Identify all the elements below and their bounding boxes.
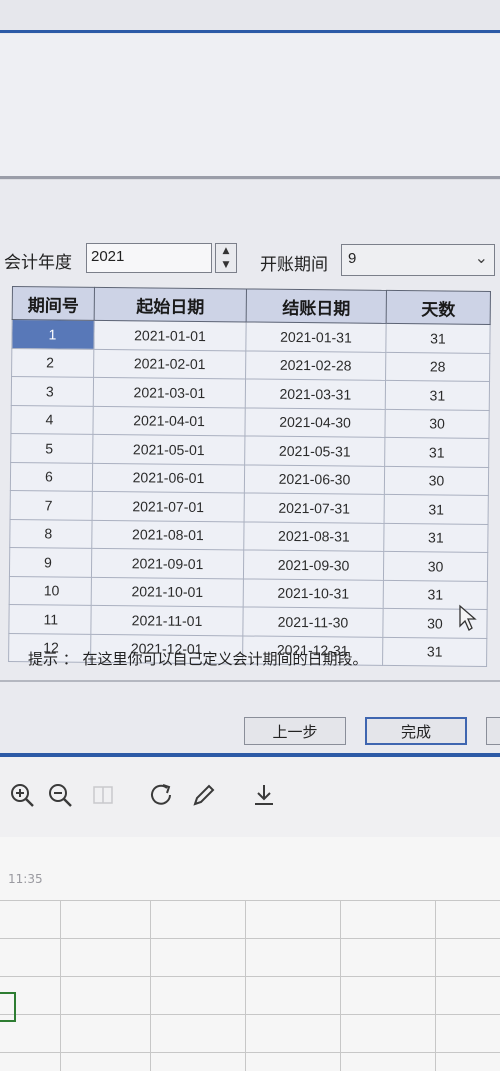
- chevron-down-icon[interactable]: ⌄: [475, 248, 488, 268]
- active-cell-indicator[interactable]: [0, 992, 16, 1022]
- opening-period-label: 开账期间: [260, 255, 328, 275]
- fiscal-year-spinner[interactable]: ▲ ▼: [215, 243, 237, 273]
- header-start-date[interactable]: 起始日期: [94, 287, 247, 322]
- end-date-cell[interactable]: 2021-10-31: [243, 578, 384, 609]
- spin-down-icon[interactable]: ▼: [223, 260, 230, 270]
- days-cell[interactable]: 31: [382, 636, 487, 667]
- window-top-accent-line: [0, 30, 500, 33]
- sheet-gridline: [0, 938, 500, 939]
- top-strip: [0, 0, 500, 34]
- mouse-cursor-icon: [459, 604, 477, 631]
- hint-text: 提示 ： 在这里你可以自己定义会计期间的日期段。: [28, 650, 368, 668]
- pencil-icon[interactable]: [190, 781, 218, 809]
- extra-button[interactable]: [486, 717, 500, 745]
- sheet-gridline: [0, 900, 500, 901]
- period-number-cell[interactable]: 2: [11, 348, 94, 378]
- sheet-gridline: [0, 976, 500, 977]
- days-cell[interactable]: 31: [384, 437, 489, 468]
- start-date-cell[interactable]: 2021-04-01: [92, 405, 246, 436]
- days-cell[interactable]: 31: [383, 522, 489, 553]
- days-cell[interactable]: 31: [385, 323, 491, 354]
- start-date-cell[interactable]: 2021-06-01: [92, 462, 245, 493]
- days-cell[interactable]: 30: [384, 408, 490, 439]
- days-cell[interactable]: 31: [385, 380, 490, 411]
- days-cell[interactable]: 30: [384, 465, 489, 496]
- end-date-cell[interactable]: 2021-08-31: [243, 521, 385, 552]
- sheet-gridline: [435, 900, 436, 1071]
- panel-divider: [0, 176, 500, 179]
- days-cell[interactable]: 31: [384, 494, 489, 524]
- footer-divider: [0, 680, 500, 682]
- start-date-cell[interactable]: 2021-02-01: [93, 348, 246, 379]
- clock-time: 11:35: [8, 872, 43, 886]
- start-date-cell[interactable]: 2021-07-01: [92, 491, 245, 522]
- period-number-cell[interactable]: 1: [11, 319, 95, 349]
- spreadsheet-area: [0, 837, 500, 1071]
- start-date-cell[interactable]: 2021-01-01: [93, 320, 247, 351]
- end-date-cell[interactable]: 2021-04-30: [244, 407, 386, 438]
- rotate-icon[interactable]: [148, 781, 176, 809]
- period-number-cell[interactable]: 7: [10, 490, 93, 520]
- end-date-cell[interactable]: 2021-05-31: [244, 435, 385, 466]
- start-date-cell[interactable]: 2021-05-01: [92, 434, 245, 465]
- sheet-gridline: [150, 900, 151, 1071]
- sheet-gridline: [245, 900, 246, 1071]
- spin-up-icon[interactable]: ▲: [223, 246, 230, 256]
- start-date-cell[interactable]: 2021-08-01: [91, 519, 245, 550]
- end-date-cell[interactable]: 2021-09-30: [243, 549, 384, 580]
- zoom-out-icon[interactable]: [46, 781, 74, 809]
- sheet-gridline: [0, 1052, 500, 1053]
- header-days[interactable]: 天数: [386, 290, 491, 325]
- period-number-cell[interactable]: 6: [10, 461, 93, 492]
- period-number-cell[interactable]: 10: [9, 575, 92, 606]
- days-cell[interactable]: 28: [385, 351, 490, 382]
- fiscal-year-input[interactable]: 2021: [86, 243, 212, 273]
- sheet-gridline: [60, 900, 61, 1071]
- end-date-cell[interactable]: 2021-06-30: [244, 464, 385, 495]
- fiscal-year-label: 会计年度: [4, 253, 72, 273]
- start-date-cell[interactable]: 2021-03-01: [93, 377, 246, 408]
- start-date-cell[interactable]: 2021-10-01: [91, 576, 244, 607]
- period-number-cell[interactable]: 4: [10, 404, 94, 435]
- table-header-row: 期间号 起始日期 结账日期 天数: [12, 286, 491, 325]
- header-period-no[interactable]: 期间号: [12, 286, 95, 321]
- period-number-cell[interactable]: 3: [11, 376, 94, 406]
- period-number-cell[interactable]: 8: [9, 518, 93, 549]
- period-number-cell[interactable]: 11: [8, 604, 92, 634]
- start-date-cell[interactable]: 2021-11-01: [90, 605, 244, 636]
- opening-period-value: 9: [348, 250, 357, 267]
- period-number-cell[interactable]: 5: [10, 433, 93, 463]
- end-date-cell[interactable]: 2021-02-28: [245, 350, 386, 381]
- days-cell[interactable]: 30: [383, 551, 488, 581]
- start-date-cell[interactable]: 2021-09-01: [91, 548, 244, 579]
- actual-size-icon[interactable]: [92, 784, 114, 806]
- end-date-cell[interactable]: 2021-11-30: [242, 606, 384, 637]
- period-number-cell[interactable]: 9: [9, 547, 92, 577]
- header-end-date[interactable]: 结账日期: [246, 288, 387, 324]
- zoom-in-icon[interactable]: [8, 781, 36, 809]
- download-icon[interactable]: [250, 781, 278, 809]
- previous-step-button[interactable]: 上一步: [244, 717, 346, 745]
- end-date-cell[interactable]: 2021-03-31: [245, 378, 386, 409]
- end-date-cell[interactable]: 2021-07-31: [244, 492, 385, 523]
- end-date-cell[interactable]: 2021-01-31: [245, 321, 387, 352]
- blank-panel: [0, 34, 500, 176]
- sheet-gridline: [0, 1014, 500, 1015]
- finish-button[interactable]: 完成: [365, 717, 467, 745]
- period-table: 期间号 起始日期 结账日期 天数 1 2021-01-01 2021-01-31…: [8, 286, 491, 667]
- sheet-gridline: [340, 900, 341, 1071]
- opening-period-select[interactable]: 9 ⌄: [341, 244, 495, 276]
